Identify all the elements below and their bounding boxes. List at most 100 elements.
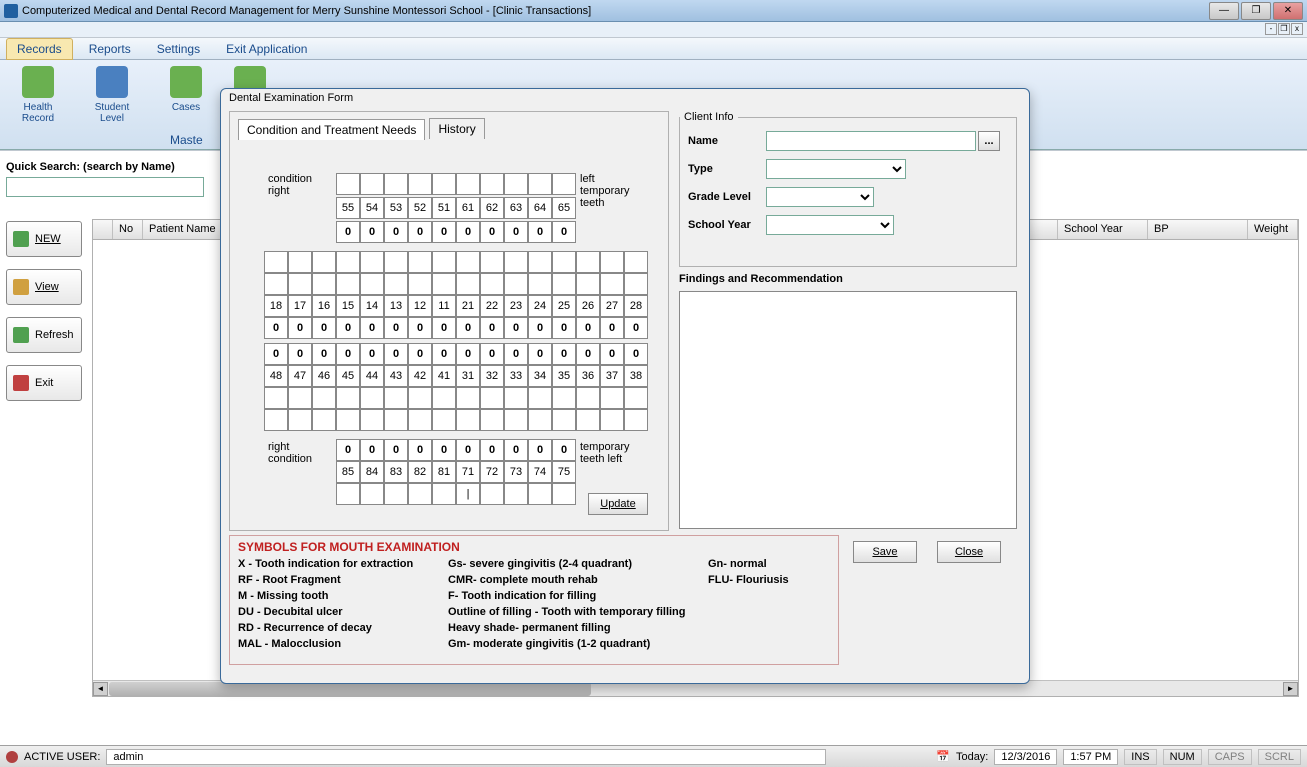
ribbon-cases[interactable]: Cases [156, 64, 216, 113]
scroll-thumb[interactable] [109, 682, 591, 696]
ribbon-student-level[interactable]: Student Level [82, 64, 142, 124]
tooth-input[interactable] [480, 251, 504, 273]
tooth-input[interactable] [456, 387, 480, 409]
tooth-input[interactable] [576, 409, 600, 431]
scroll-left-arrow-icon[interactable]: ◄ [93, 682, 108, 696]
tooth-input[interactable] [384, 409, 408, 431]
close-window-button[interactable]: ✕ [1273, 2, 1303, 20]
tooth-input[interactable] [408, 173, 432, 195]
tab-condition[interactable]: Condition and Treatment Needs [238, 119, 425, 140]
tooth-input[interactable] [264, 387, 288, 409]
tooth-input[interactable] [576, 273, 600, 295]
grade-select[interactable] [766, 187, 874, 207]
tooth-input[interactable] [312, 387, 336, 409]
tooth-input[interactable] [504, 173, 528, 195]
tooth-input[interactable] [624, 409, 648, 431]
col-school-year[interactable]: School Year [1058, 220, 1148, 239]
tooth-input[interactable] [552, 173, 576, 195]
tooth-input[interactable] [336, 483, 360, 505]
tooth-input[interactable] [552, 251, 576, 273]
tooth-input[interactable] [408, 409, 432, 431]
tooth-input[interactable] [288, 409, 312, 431]
tooth-input[interactable] [360, 483, 384, 505]
tooth-input[interactable] [480, 273, 504, 295]
tooth-input[interactable] [528, 483, 552, 505]
tooth-input[interactable]: | [456, 483, 480, 505]
tooth-input[interactable] [384, 273, 408, 295]
tooth-input[interactable] [528, 409, 552, 431]
tooth-input[interactable] [312, 251, 336, 273]
tooth-input[interactable] [384, 387, 408, 409]
menu-exit[interactable]: Exit Application [216, 39, 317, 59]
tooth-input[interactable] [360, 173, 384, 195]
tooth-input[interactable] [432, 409, 456, 431]
tooth-input[interactable] [528, 173, 552, 195]
menu-settings[interactable]: Settings [147, 39, 210, 59]
tooth-input[interactable] [432, 387, 456, 409]
col-weight[interactable]: Weight [1248, 220, 1298, 239]
update-button[interactable]: Update [588, 493, 648, 515]
exit-button[interactable]: Exit [6, 365, 82, 401]
tooth-input[interactable] [384, 173, 408, 195]
tooth-input[interactable] [408, 387, 432, 409]
tooth-input[interactable] [504, 387, 528, 409]
tooth-input[interactable] [528, 273, 552, 295]
tooth-input[interactable] [336, 273, 360, 295]
browse-client-button[interactable]: ... [978, 131, 1000, 151]
tooth-input[interactable] [600, 387, 624, 409]
tooth-input[interactable] [336, 251, 360, 273]
tooth-input[interactable] [600, 273, 624, 295]
tooth-input[interactable] [312, 273, 336, 295]
tooth-input[interactable] [480, 387, 504, 409]
tooth-input[interactable] [456, 173, 480, 195]
tooth-input[interactable] [264, 251, 288, 273]
tooth-input[interactable] [336, 387, 360, 409]
tooth-input[interactable] [360, 251, 384, 273]
new-button[interactable]: NEW [6, 221, 82, 257]
type-select[interactable] [766, 159, 906, 179]
refresh-button[interactable]: Refresh [6, 317, 82, 353]
menu-records[interactable]: Records [6, 38, 73, 60]
tooth-input[interactable] [552, 409, 576, 431]
tooth-input[interactable] [624, 251, 648, 273]
tooth-input[interactable] [504, 273, 528, 295]
tooth-input[interactable] [480, 409, 504, 431]
tooth-input[interactable] [432, 173, 456, 195]
tooth-input[interactable] [576, 387, 600, 409]
tooth-input[interactable] [504, 251, 528, 273]
tooth-input[interactable] [480, 483, 504, 505]
tooth-input[interactable] [552, 483, 576, 505]
tooth-input[interactable] [360, 409, 384, 431]
tab-history[interactable]: History [429, 118, 484, 139]
save-button[interactable]: Save [853, 541, 917, 563]
tooth-input[interactable] [408, 273, 432, 295]
mdi-minimize-button[interactable]: - [1265, 23, 1277, 35]
tooth-input[interactable] [456, 251, 480, 273]
tooth-input[interactable] [552, 273, 576, 295]
name-input[interactable] [766, 131, 976, 151]
tooth-input[interactable] [624, 387, 648, 409]
col-no[interactable]: No [113, 220, 143, 239]
tooth-input[interactable] [528, 387, 552, 409]
view-button[interactable]: View [6, 269, 82, 305]
tooth-input[interactable] [504, 409, 528, 431]
close-button[interactable]: Close [937, 541, 1001, 563]
tooth-input[interactable] [528, 251, 552, 273]
tooth-input[interactable] [432, 273, 456, 295]
tooth-input[interactable] [504, 483, 528, 505]
tooth-input[interactable] [600, 251, 624, 273]
minimize-button[interactable]: — [1209, 2, 1239, 20]
tooth-input[interactable] [288, 251, 312, 273]
tooth-input[interactable] [264, 273, 288, 295]
findings-textarea[interactable] [679, 291, 1017, 529]
tooth-input[interactable] [384, 251, 408, 273]
tooth-input[interactable] [432, 251, 456, 273]
tooth-input[interactable] [288, 273, 312, 295]
tooth-input[interactable] [624, 273, 648, 295]
tooth-input[interactable] [264, 409, 288, 431]
scroll-right-arrow-icon[interactable]: ► [1283, 682, 1298, 696]
tooth-input[interactable] [360, 273, 384, 295]
tooth-input[interactable] [336, 173, 360, 195]
col-bp[interactable]: BP [1148, 220, 1248, 239]
tooth-input[interactable] [576, 251, 600, 273]
